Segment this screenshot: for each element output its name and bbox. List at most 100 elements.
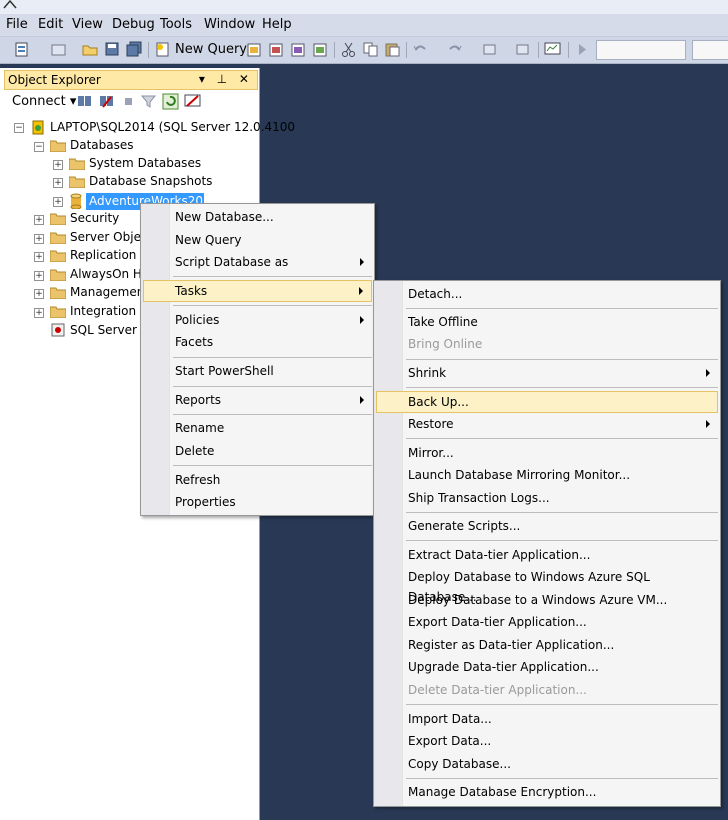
- folder-icon: [50, 250, 66, 262]
- disconnect-icon[interactable]: [98, 93, 115, 110]
- menu-item-register-data-tier[interactable]: Register as Data-tier Application...: [376, 635, 718, 655]
- tree-item-server[interactable]: LAPTOP\SQL2014 (SQL Server 12.0.4100: [50, 118, 295, 136]
- expand-toggle[interactable]: +: [53, 178, 63, 188]
- menu-item-script-database-as[interactable]: Script Database as: [143, 252, 372, 272]
- solution-configuration-combo[interactable]: [596, 40, 686, 60]
- tree-item-system-databases[interactable]: System Databases: [89, 154, 201, 172]
- menu-help[interactable]: Help: [262, 17, 292, 32]
- folder-icon: [69, 176, 85, 188]
- menu-item-restore[interactable]: Restore: [376, 414, 718, 434]
- connect-object-explorer-icon[interactable]: [76, 93, 93, 110]
- folder-icon: [50, 287, 66, 299]
- expand-toggle[interactable]: +: [34, 271, 44, 281]
- menu-item-generate-scripts[interactable]: Generate Scripts...: [376, 516, 718, 536]
- expand-toggle[interactable]: +: [34, 308, 44, 318]
- filter-icon[interactable]: [140, 93, 157, 110]
- folder-icon: [50, 306, 66, 318]
- expand-toggle[interactable]: +: [34, 289, 44, 299]
- refresh-icon[interactable]: [162, 93, 179, 110]
- redo-icon[interactable]: [446, 41, 463, 58]
- menu-item-back-up[interactable]: Back Up...: [376, 391, 718, 413]
- menu-item-rename[interactable]: Rename: [143, 418, 372, 438]
- folder-icon: [50, 232, 66, 244]
- sql-agent-icon: [51, 323, 65, 337]
- menu-item-policies[interactable]: Policies: [143, 310, 372, 330]
- menu-edit[interactable]: Edit: [38, 17, 63, 32]
- menu-item-deploy-azure-vm[interactable]: Deploy Database to a Windows Azure VM...: [376, 590, 718, 610]
- add-item-icon[interactable]: [50, 41, 67, 58]
- xmla-query-icon[interactable]: [312, 41, 329, 58]
- menu-item-upgrade-data-tier[interactable]: Upgrade Data-tier Application...: [376, 657, 718, 677]
- open-folder-icon[interactable]: [82, 41, 99, 58]
- cut-icon[interactable]: [340, 41, 357, 58]
- menu-item-copy-database[interactable]: Copy Database...: [376, 754, 718, 774]
- menu-item-detach[interactable]: Detach...: [376, 284, 718, 304]
- tree-item-database-snapshots[interactable]: Database Snapshots: [89, 172, 212, 190]
- expand-toggle[interactable]: +: [53, 197, 63, 207]
- folder-icon: [69, 158, 85, 170]
- collapse-toggle[interactable]: −: [34, 142, 44, 152]
- expand-toggle[interactable]: +: [34, 252, 44, 262]
- folder-icon: [50, 213, 66, 225]
- paste-icon[interactable]: [384, 41, 401, 58]
- menu-item-facets[interactable]: Facets: [143, 332, 372, 352]
- panel-controls[interactable]: ▾ ⊥ ✕: [199, 72, 253, 86]
- analysis-query-icon[interactable]: [268, 41, 285, 58]
- menu-item-tasks[interactable]: Tasks: [143, 280, 372, 302]
- activity-monitor-icon[interactable]: [184, 93, 201, 110]
- database-engine-query-icon[interactable]: [246, 41, 263, 58]
- menu-item-export-data[interactable]: Export Data...: [376, 731, 718, 751]
- dmx-query-icon[interactable]: [290, 41, 307, 58]
- new-query-button[interactable]: New Query: [175, 42, 247, 57]
- tree-item-management[interactable]: Managemen: [70, 283, 144, 301]
- title-bar: [0, 0, 728, 14]
- menu-item-take-offline[interactable]: Take Offline: [376, 312, 718, 332]
- copy-icon[interactable]: [362, 41, 379, 58]
- expand-toggle[interactable]: +: [34, 234, 44, 244]
- folder-icon: [50, 140, 66, 152]
- expand-toggle[interactable]: +: [34, 215, 44, 225]
- tree-item-databases[interactable]: Databases: [70, 136, 134, 154]
- tree-item-replication[interactable]: Replication: [70, 246, 136, 264]
- tree-item-alwayson[interactable]: AlwaysOn Hi: [70, 265, 145, 283]
- menu-item-export-data-tier[interactable]: Export Data-tier Application...: [376, 612, 718, 632]
- connect-dropdown[interactable]: Connect ▾: [12, 94, 76, 109]
- menu-item-deploy-azure-sql[interactable]: Deploy Database to Windows Azure SQL Dat…: [376, 567, 718, 604]
- menu-item-mirror[interactable]: Mirror...: [376, 443, 718, 463]
- menu-item-manage-encryption[interactable]: Manage Database Encryption...: [376, 782, 718, 802]
- start-debugging-icon[interactable]: [574, 41, 591, 58]
- menu-item-refresh[interactable]: Refresh: [143, 470, 372, 490]
- menu-item-new-query[interactable]: New Query: [143, 230, 372, 250]
- menu-item-new-database[interactable]: New Database...: [143, 207, 372, 227]
- menu-item-delete[interactable]: Delete: [143, 441, 372, 461]
- menu-item-properties[interactable]: Properties: [143, 492, 372, 512]
- tree-item-security[interactable]: Security: [70, 209, 119, 227]
- activity-monitor-icon[interactable]: [544, 41, 561, 58]
- navigate-forward-icon[interactable]: [514, 41, 531, 58]
- menu-tools[interactable]: Tools: [160, 17, 192, 32]
- menu-view[interactable]: View: [72, 17, 103, 32]
- stop-icon[interactable]: [120, 93, 137, 110]
- menu-item-ship-transaction-logs[interactable]: Ship Transaction Logs...: [376, 488, 718, 508]
- menu-item-shrink[interactable]: Shrink: [376, 363, 718, 383]
- save-icon[interactable]: [104, 41, 121, 58]
- object-explorer-toolbar: Connect ▾: [4, 91, 258, 113]
- find-combo[interactable]: [692, 40, 728, 60]
- menu-file[interactable]: File: [6, 17, 28, 32]
- new-project-icon[interactable]: [14, 41, 31, 58]
- object-explorer-title: Object Explorer: [8, 73, 101, 87]
- new-query-icon[interactable]: [154, 41, 171, 58]
- standard-toolbar: New Query: [0, 37, 728, 64]
- collapse-toggle[interactable]: −: [14, 123, 24, 133]
- save-all-icon[interactable]: [126, 41, 143, 58]
- menu-item-reports[interactable]: Reports: [143, 390, 372, 410]
- menu-debug[interactable]: Debug: [112, 17, 155, 32]
- expand-toggle[interactable]: +: [53, 160, 63, 170]
- menu-item-start-powershell[interactable]: Start PowerShell: [143, 361, 372, 381]
- navigate-backward-icon[interactable]: [482, 41, 499, 58]
- undo-icon[interactable]: [412, 41, 429, 58]
- menu-item-extract-data-tier[interactable]: Extract Data-tier Application...: [376, 545, 718, 565]
- menu-item-import-data[interactable]: Import Data...: [376, 709, 718, 729]
- menu-window[interactable]: Window: [204, 17, 255, 32]
- menu-item-launch-mirroring-monitor[interactable]: Launch Database Mirroring Monitor...: [376, 465, 718, 485]
